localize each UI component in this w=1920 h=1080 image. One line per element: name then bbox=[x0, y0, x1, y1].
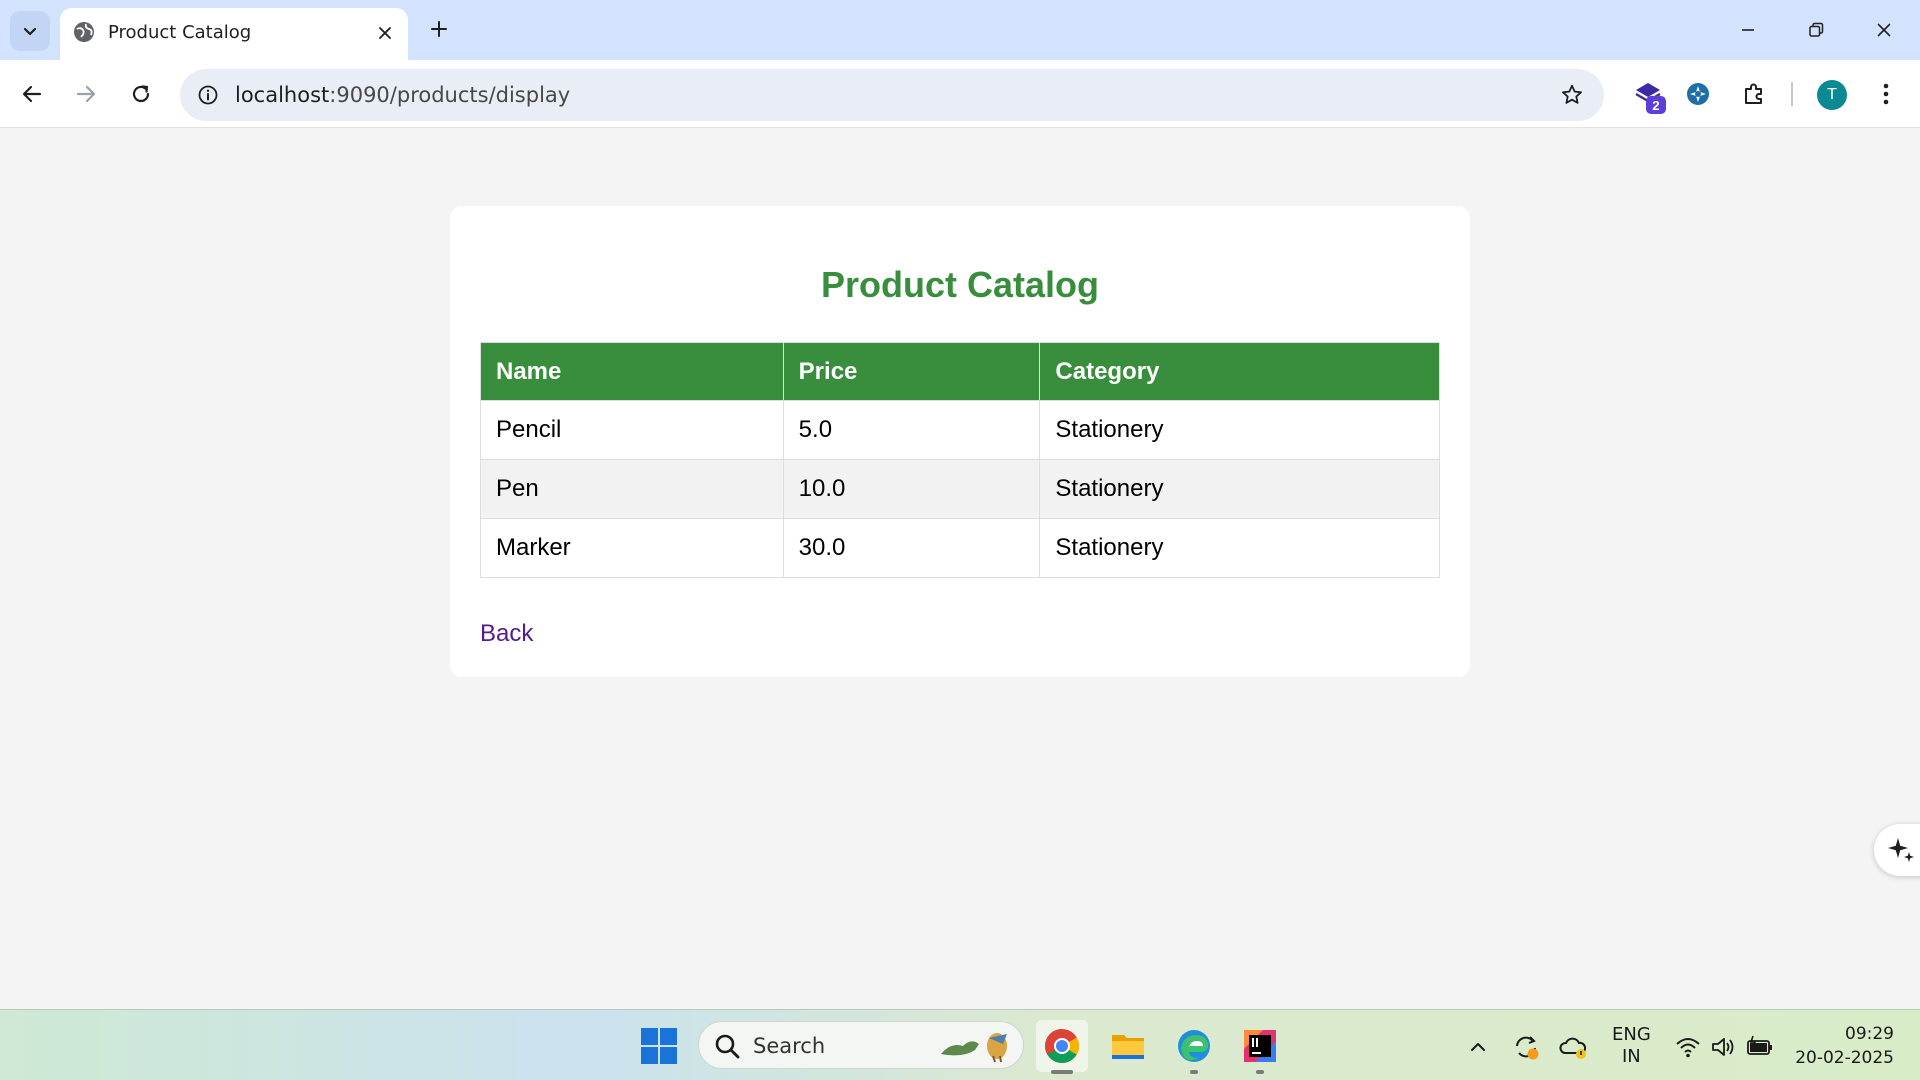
column-header-category: Category bbox=[1039, 342, 1440, 401]
plus-icon bbox=[431, 21, 447, 37]
column-header-name: Name bbox=[480, 342, 784, 401]
chevron-up-icon bbox=[1471, 1043, 1485, 1051]
table-row: Marker 30.0 Stationery bbox=[480, 518, 1440, 578]
cell-name: Pen bbox=[480, 459, 784, 519]
extensions-menu-button[interactable] bbox=[1734, 74, 1774, 114]
browser-menu-button[interactable] bbox=[1866, 74, 1906, 114]
url-path: :9090/products/display bbox=[329, 83, 571, 107]
chevron-down-icon bbox=[23, 27, 37, 36]
edge-icon bbox=[1178, 1030, 1210, 1062]
ai-assistant-button[interactable] bbox=[1874, 824, 1920, 876]
tab-search-button[interactable] bbox=[10, 11, 50, 51]
reload-button[interactable] bbox=[121, 74, 161, 114]
site-info-button[interactable] bbox=[194, 81, 222, 109]
battery-charging-icon bbox=[1747, 1035, 1772, 1055]
bookmark-button[interactable] bbox=[1558, 81, 1586, 109]
clock-time: 09:29 bbox=[1845, 1024, 1894, 1044]
cell-name: Marker bbox=[480, 518, 784, 578]
language-indicator[interactable]: ENG IN bbox=[1612, 1024, 1651, 1068]
restore-button[interactable] bbox=[1790, 8, 1842, 52]
minimize-button[interactable] bbox=[1722, 8, 1774, 52]
profile-avatar[interactable]: T bbox=[1817, 80, 1847, 110]
sync-warning-icon bbox=[1516, 1036, 1539, 1060]
page-viewport: Product Catalog Name Price Category Penc… bbox=[0, 129, 1920, 1009]
taskbar-file-explorer[interactable] bbox=[1102, 1020, 1154, 1072]
extension-button-stack[interactable]: 2 bbox=[1628, 74, 1668, 114]
cell-category: Stationery bbox=[1039, 400, 1440, 460]
puzzle-icon bbox=[1745, 83, 1762, 104]
onedrive-tray[interactable] bbox=[1556, 1030, 1590, 1064]
globe-icon bbox=[74, 22, 94, 42]
table-header-row: Name Price Category bbox=[480, 342, 1440, 401]
reload-icon bbox=[132, 85, 150, 103]
running-indicator bbox=[1256, 1070, 1264, 1074]
browser-toolbar: localhost:9090/products/display 2 T bbox=[0, 60, 1920, 128]
wifi-icon bbox=[1676, 1038, 1700, 1058]
cell-category: Stationery bbox=[1039, 518, 1440, 578]
back-button[interactable] bbox=[12, 74, 52, 114]
more-vertical-icon bbox=[1883, 83, 1889, 105]
tab-strip: Product Catalog bbox=[0, 0, 1920, 60]
language-code: ENG bbox=[1612, 1024, 1651, 1045]
star-icon bbox=[1562, 84, 1582, 104]
extension-button-plugin[interactable] bbox=[1678, 74, 1718, 114]
table-row: Pen 10.0 Stationery bbox=[480, 459, 1440, 519]
running-indicator bbox=[1190, 1070, 1198, 1074]
taskbar-intellij[interactable] bbox=[1234, 1020, 1286, 1074]
speaker-icon bbox=[1712, 1038, 1734, 1056]
windows-start-icon[interactable] bbox=[640, 1027, 678, 1065]
product-table: Name Price Category Pencil 5.0 Stationer… bbox=[480, 342, 1440, 578]
address-bar[interactable]: localhost:9090/products/display bbox=[180, 69, 1604, 121]
table-row: Pencil 5.0 Stationery bbox=[480, 400, 1440, 460]
close-window-button[interactable] bbox=[1858, 8, 1910, 52]
sparkle-icon bbox=[1888, 838, 1914, 862]
language-region: IN bbox=[1622, 1046, 1641, 1067]
page-title: Product Catalog bbox=[820, 264, 1099, 305]
tab-title: Product Catalog bbox=[108, 22, 252, 43]
arrow-right-icon bbox=[76, 85, 96, 103]
taskbar-edge[interactable] bbox=[1168, 1020, 1220, 1074]
taskbar-search-placeholder: Search bbox=[753, 1034, 826, 1058]
chrome-icon bbox=[1045, 1029, 1079, 1063]
column-header-price: Price bbox=[782, 342, 1041, 401]
volume-tray[interactable] bbox=[1706, 1030, 1740, 1064]
active-tab[interactable]: Product Catalog bbox=[60, 8, 408, 60]
extension-logo-icon bbox=[1687, 83, 1709, 105]
os-taskbar: Search ENG IN 09:29 20-02-2025 bbox=[0, 1009, 1920, 1080]
close-icon bbox=[379, 27, 391, 39]
running-indicator bbox=[1051, 1070, 1073, 1074]
back-link[interactable]: Back bbox=[480, 620, 533, 648]
cell-price: 30.0 bbox=[782, 518, 1041, 578]
restore-icon bbox=[1809, 22, 1824, 37]
search-highlight-bird-icon bbox=[941, 1033, 1007, 1063]
toolbar-separator bbox=[1791, 82, 1793, 106]
cell-price: 10.0 bbox=[782, 459, 1041, 519]
folder-icon bbox=[1112, 1035, 1144, 1059]
tab-close-button[interactable] bbox=[372, 20, 398, 46]
arrow-left-icon bbox=[22, 85, 42, 103]
new-tab-button[interactable] bbox=[422, 12, 456, 46]
minimize-icon bbox=[1742, 29, 1754, 31]
cell-category: Stationery bbox=[1039, 459, 1440, 519]
sync-status-tray[interactable] bbox=[1509, 1030, 1543, 1064]
info-icon bbox=[198, 85, 218, 105]
cell-price: 5.0 bbox=[782, 400, 1041, 460]
wifi-tray[interactable] bbox=[1671, 1030, 1705, 1064]
extension-badge: 2 bbox=[1646, 96, 1666, 114]
catalog-card: Product Catalog Name Price Category Penc… bbox=[450, 206, 1470, 677]
url-host: localhost bbox=[235, 83, 330, 107]
cloud-warning-icon bbox=[1559, 1037, 1587, 1059]
intellij-icon bbox=[1244, 1030, 1276, 1062]
system-clock[interactable]: 09:29 20-02-2025 bbox=[1795, 1022, 1894, 1070]
taskbar-search-box[interactable]: Search bbox=[698, 1021, 1024, 1069]
forward-button[interactable] bbox=[66, 74, 106, 114]
cell-name: Pencil bbox=[480, 400, 784, 460]
search-icon bbox=[715, 1034, 740, 1059]
url-text[interactable]: localhost:9090/products/display bbox=[235, 83, 570, 107]
show-hidden-icons-button[interactable] bbox=[1461, 1030, 1495, 1064]
clock-date: 20-02-2025 bbox=[1795, 1048, 1894, 1068]
battery-tray[interactable] bbox=[1743, 1030, 1777, 1064]
taskbar-chrome[interactable] bbox=[1036, 1020, 1088, 1074]
close-icon bbox=[1877, 23, 1891, 37]
